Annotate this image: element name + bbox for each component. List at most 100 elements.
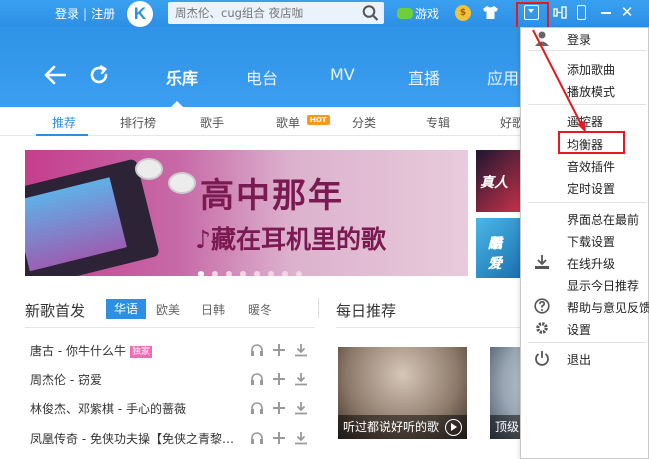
headphones-icon[interactable] — [250, 343, 264, 357]
daily-picks-title: 每日推荐 — [336, 302, 397, 320]
song-row[interactable]: 凤凰传奇 - 免侠功夫操【免侠之青黎… — [30, 428, 315, 448]
song-title: 唐古 - 你牛什么牛 独家 — [30, 344, 152, 358]
banner-dot[interactable] — [240, 271, 246, 276]
add-icon[interactable] — [272, 372, 286, 386]
register-link[interactable]: 注册 — [91, 7, 115, 21]
mini-mode-icon[interactable] — [553, 6, 567, 19]
kugou-logo[interactable]: K — [127, 1, 153, 27]
title-bar: 登录 |注册 K 游戏 $ ✕ — [0, 0, 649, 27]
menu-item-always-on-top[interactable]: 界面总在最前 — [567, 211, 639, 228]
banner-title: 高中那年 — [200, 176, 344, 216]
lang-tab-winter[interactable]: 暖冬 — [248, 301, 272, 318]
banner-dot[interactable] — [296, 271, 302, 276]
login-link[interactable]: 登录 — [55, 7, 79, 21]
login-register: 登录 | 注册 — [55, 5, 115, 22]
add-icon[interactable] — [272, 401, 286, 415]
game-entry[interactable]: 游戏 — [397, 5, 439, 22]
add-icon[interactable] — [272, 431, 286, 445]
song-row[interactable]: 唐古 - 你牛什么牛 独家 — [30, 340, 315, 360]
subtab-albums[interactable]: 专辑 — [426, 114, 450, 131]
back-arrow-icon[interactable] — [44, 65, 66, 85]
nav-tab-radio[interactable]: 电台 — [246, 65, 278, 89]
exclusive-badge: 独家 — [129, 346, 152, 358]
help-icon — [534, 298, 550, 314]
side-banner-bottom[interactable]: 酷爱 飙升 — [476, 218, 520, 278]
equalizer-highlight — [558, 131, 625, 154]
hero-banner[interactable]: 高中那年 ♪藏在耳机里的歌 — [25, 150, 468, 276]
menu-item-exit[interactable]: 退出 — [567, 351, 591, 368]
power-icon — [535, 351, 549, 366]
side-banner-top-text: 真人 — [480, 175, 508, 191]
subtab-active-underline — [36, 134, 88, 136]
minimize-button[interactable] — [601, 12, 611, 14]
subtab-singers[interactable]: 歌手 — [200, 114, 224, 131]
menu-separator — [528, 202, 646, 203]
search-input[interactable] — [168, 2, 356, 24]
headphones-icon[interactable] — [250, 401, 264, 415]
song-row[interactable]: 周杰伦 - 窃爱 — [30, 369, 315, 389]
play-icon[interactable] — [445, 419, 462, 436]
download-icon[interactable] — [294, 372, 308, 386]
banner-dot[interactable] — [282, 271, 288, 276]
phone-icon[interactable] — [577, 5, 586, 20]
menu-item-timer[interactable]: 定时设置 — [567, 180, 615, 197]
banner-pagination — [198, 266, 310, 276]
menu-item-upgrade[interactable]: 在线升级 — [567, 255, 615, 272]
banner-dot[interactable] — [212, 271, 218, 276]
nav-tab-apps[interactable]: 应用 — [487, 65, 519, 89]
banner-earbud-image — [168, 172, 196, 194]
banner-dot[interactable] — [198, 271, 204, 276]
add-icon[interactable] — [272, 343, 286, 357]
menu-item-remote[interactable]: 遥控器 — [567, 113, 603, 130]
menu-item-settings[interactable]: 设置 — [567, 321, 591, 338]
menu-item-download-settings[interactable]: 下载设置 — [567, 233, 615, 250]
section-divider — [318, 298, 319, 318]
subtab-charts[interactable]: 排行榜 — [120, 114, 156, 131]
menu-item-play-mode[interactable]: 播放模式 — [567, 83, 615, 100]
refresh-icon[interactable] — [88, 64, 110, 86]
download-icon[interactable] — [294, 343, 308, 357]
headphones-icon[interactable] — [250, 372, 264, 386]
side-banner-top[interactable]: 真人 — [476, 150, 520, 212]
menu-separator — [528, 342, 646, 343]
banner-dot[interactable] — [254, 271, 260, 276]
new-songs-title: 新歌首发 — [25, 302, 86, 320]
gear-icon — [536, 322, 548, 334]
subtab-recommend[interactable]: 推荐 — [52, 114, 76, 131]
skin-tshirt-icon[interactable] — [483, 6, 498, 19]
search-icon[interactable] — [361, 4, 381, 22]
user-icon — [535, 31, 549, 46]
banner-earbud-image — [135, 158, 163, 180]
lang-tab-chinese[interactable]: 华语 — [106, 299, 146, 319]
nav-tab-live[interactable]: 直播 — [408, 65, 440, 89]
song-row[interactable]: 林俊杰、邓紫棋 - 手心的蔷薇 — [30, 398, 315, 418]
menu-item-login[interactable]: 登录 — [567, 31, 591, 48]
gamepad-icon — [397, 8, 413, 19]
daily-pick-card[interactable]: 听过都说好听的歌 — [338, 347, 467, 439]
lang-tab-western[interactable]: 欧美 — [156, 301, 180, 318]
subtab-playlists[interactable]: 歌单 — [276, 114, 300, 131]
subtab-categories[interactable]: 分类 — [352, 114, 376, 131]
game-label: 游戏 — [415, 7, 440, 21]
menu-separator — [528, 104, 646, 105]
close-button[interactable]: ✕ — [620, 5, 634, 20]
download-icon[interactable] — [294, 401, 308, 415]
nav-tab-mv[interactable]: MV — [330, 65, 355, 84]
menu-item-add-song[interactable]: 添加歌曲 — [567, 61, 615, 78]
menu-item-effects[interactable]: 音效插件 — [567, 158, 615, 175]
daily-picks-divider — [336, 327, 520, 328]
upgrade-icon — [535, 255, 549, 269]
banner-dot[interactable] — [268, 271, 274, 276]
menu-item-help[interactable]: 帮助与意见反馈 — [567, 299, 649, 316]
nav-tab-library[interactable]: 乐库 — [166, 65, 198, 89]
song-title: 林俊杰、邓紫棋 - 手心的蔷薇 — [30, 402, 186, 416]
coin-icon[interactable]: $ — [455, 5, 471, 21]
banner-dot[interactable] — [226, 271, 232, 276]
menu-item-today[interactable]: 显示今日推荐 — [567, 277, 639, 294]
hot-badge: HOT — [307, 115, 330, 125]
download-icon[interactable] — [294, 431, 308, 445]
lang-tab-jpkr[interactable]: 日韩 — [201, 301, 225, 318]
song-title: 周杰伦 - 窃爱 — [30, 373, 102, 387]
headphones-icon[interactable] — [250, 431, 264, 445]
main-menu-dropdown: 登录 添加歌曲 播放模式 遥控器 均衡器 音效插件 定时设置 界面总在最前 下载… — [520, 27, 649, 459]
